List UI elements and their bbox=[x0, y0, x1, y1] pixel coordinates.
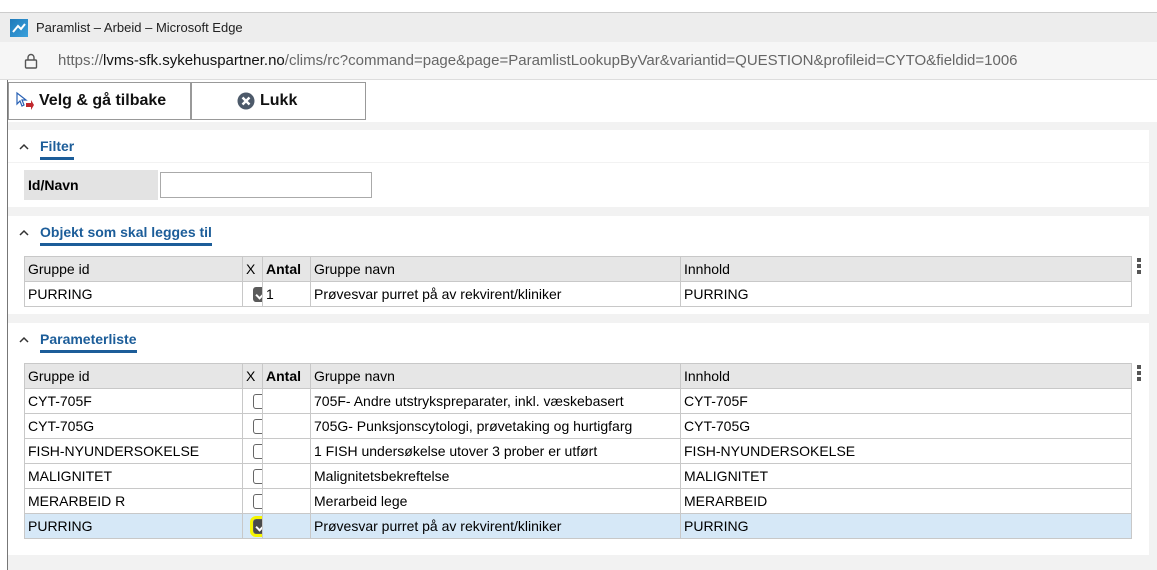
row-checkbox[interactable] bbox=[253, 394, 262, 410]
cell-antal[interactable] bbox=[262, 488, 311, 514]
more-options-icon[interactable] bbox=[1137, 365, 1141, 383]
cell-group-id: FISH-NYUNDERSOKELSE bbox=[24, 438, 243, 464]
cell-group-name: Merarbeid lege bbox=[310, 488, 681, 514]
id-name-label: Id/Navn bbox=[24, 170, 158, 200]
table-row[interactable]: MERARBEID R Merarbeid lege MERARBEID bbox=[24, 488, 1132, 514]
column-header-content[interactable]: Innhold bbox=[680, 256, 1132, 282]
table-row-selected[interactable]: PURRING Prøvesvar purret på av rekvirent… bbox=[24, 513, 1132, 539]
table-row[interactable]: CYT-705F 705F- Andre utstrykspreparater,… bbox=[24, 388, 1132, 414]
filter-heading: Filter bbox=[40, 138, 75, 160]
column-header-x[interactable]: X bbox=[242, 363, 263, 389]
chevron-up-icon bbox=[18, 226, 30, 238]
lock-icon bbox=[22, 52, 40, 70]
column-header-group-id[interactable]: Gruppe id bbox=[24, 363, 243, 389]
more-options-icon[interactable] bbox=[1137, 258, 1141, 276]
selected-objects-heading: Objekt som skal legges til bbox=[40, 224, 212, 246]
table-row[interactable]: FISH-NYUNDERSOKELSE 1 FISH undersøkelse … bbox=[24, 438, 1132, 464]
row-checkbox[interactable] bbox=[253, 287, 262, 303]
window-title: Paramlist – Arbeid – Microsoft Edge bbox=[36, 20, 243, 35]
app-icon bbox=[10, 18, 28, 37]
cell-group-id: PURRING bbox=[24, 513, 243, 539]
filter-row: Id/Navn bbox=[8, 163, 1149, 207]
parameter-list-heading: Parameterliste bbox=[40, 331, 137, 353]
selected-objects-table: Gruppe id X Antal Gruppe navn Innhold PU… bbox=[24, 256, 1132, 307]
cell-content: CYT-705G bbox=[680, 413, 1132, 439]
cell-antal[interactable] bbox=[262, 513, 311, 539]
cell-antal[interactable] bbox=[262, 413, 311, 439]
background-text-strip bbox=[0, 0, 1157, 12]
back-label: Velg & gå tilbake bbox=[39, 92, 167, 109]
cell-group-id: PURRING bbox=[24, 281, 243, 307]
column-header-group-id[interactable]: Gruppe id bbox=[24, 256, 243, 282]
window-titlebar: Paramlist – Arbeid – Microsoft Edge bbox=[0, 12, 1157, 42]
cell-antal[interactable] bbox=[262, 388, 311, 414]
cell-content: MALIGNITET bbox=[680, 463, 1132, 489]
cell-antal[interactable]: 1 bbox=[262, 281, 311, 307]
selected-objects-section-header[interactable]: Objekt som skal legges til bbox=[8, 216, 1149, 248]
chevron-up-icon bbox=[18, 333, 30, 345]
toolbar: Velg & gå tilbake Lukk bbox=[8, 80, 1157, 122]
cell-group-name: Prøvesvar purret på av rekvirent/klinike… bbox=[310, 281, 681, 307]
close-label: Lukk bbox=[260, 92, 298, 109]
cell-antal[interactable] bbox=[262, 463, 311, 489]
cursor-arrow-icon bbox=[15, 91, 35, 111]
cell-content: MERARBEID bbox=[680, 488, 1132, 514]
cell-group-id: MALIGNITET bbox=[24, 463, 243, 489]
column-header-content[interactable]: Innhold bbox=[680, 363, 1132, 389]
cell-antal[interactable] bbox=[262, 438, 311, 464]
cell-group-id: CYT-705F bbox=[24, 388, 243, 414]
cell-group-id: MERARBEID R bbox=[24, 488, 243, 514]
cell-content: CYT-705F bbox=[680, 388, 1132, 414]
cell-content: PURRING bbox=[680, 513, 1132, 539]
select-and-go-back-button[interactable]: Velg & gå tilbake bbox=[8, 82, 191, 120]
column-header-group-name[interactable]: Gruppe navn bbox=[310, 363, 681, 389]
row-checkbox[interactable] bbox=[253, 419, 262, 435]
filter-section-header[interactable]: Filter bbox=[8, 130, 1149, 162]
cell-group-name: Malignitetsbekreftelse bbox=[310, 463, 681, 489]
column-header-x[interactable]: X bbox=[242, 256, 263, 282]
cell-group-name: 705G- Punksjonscytologi, prøvetaking og … bbox=[310, 413, 681, 439]
chevron-up-icon bbox=[18, 140, 30, 152]
selected-objects-panel: Gruppe id X Antal Gruppe navn Innhold PU… bbox=[8, 248, 1149, 314]
table-header-row: Gruppe id X Antal Gruppe navn Innhold bbox=[24, 363, 1132, 389]
cell-group-id: CYT-705G bbox=[24, 413, 243, 439]
close-button[interactable]: Lukk bbox=[191, 82, 366, 120]
cell-group-name: 1 FISH undersøkelse utover 3 prober er u… bbox=[310, 438, 681, 464]
url-prefix: https:// bbox=[58, 52, 104, 69]
url-path: /clims/rc?command=page&page=ParamlistLoo… bbox=[284, 52, 1018, 69]
parameter-list-section-header[interactable]: Parameterliste bbox=[8, 323, 1149, 355]
parameter-list-table: Gruppe id X Antal Gruppe navn Innhold CY… bbox=[24, 363, 1132, 539]
cell-checkbox bbox=[242, 281, 263, 307]
row-checkbox[interactable] bbox=[253, 444, 262, 460]
table-header-row: Gruppe id X Antal Gruppe navn Innhold bbox=[24, 256, 1132, 282]
id-name-input[interactable] bbox=[160, 172, 372, 198]
row-checkbox[interactable] bbox=[250, 516, 262, 538]
table-row[interactable]: PURRING 1 Prøvesvar purret på av rekvire… bbox=[24, 281, 1132, 307]
close-circle-icon bbox=[236, 91, 256, 111]
url-host: lvms-sfk.sykehuspartner.no bbox=[103, 52, 285, 69]
column-header-antal[interactable]: Antal bbox=[262, 363, 311, 389]
parameter-list-panel: Gruppe id X Antal Gruppe navn Innhold CY… bbox=[8, 355, 1149, 555]
cell-group-name: 705F- Andre utstrykspreparater, inkl. væ… bbox=[310, 388, 681, 414]
cell-group-name: Prøvesvar purret på av rekvirent/klinike… bbox=[310, 513, 681, 539]
table-row[interactable]: MALIGNITET Malignitetsbekreftelse MALIGN… bbox=[24, 463, 1132, 489]
table-row[interactable]: CYT-705G 705G- Punksjonscytologi, prøvet… bbox=[24, 413, 1132, 439]
row-checkbox[interactable] bbox=[253, 494, 262, 510]
address-bar[interactable]: https://lvms-sfk.sykehuspartner.no/clims… bbox=[0, 42, 1157, 80]
cell-content: FISH-NYUNDERSOKELSE bbox=[680, 438, 1132, 464]
row-checkbox[interactable] bbox=[253, 469, 262, 485]
column-header-group-name[interactable]: Gruppe navn bbox=[310, 256, 681, 282]
cell-content: PURRING bbox=[680, 281, 1132, 307]
column-header-antal[interactable]: Antal bbox=[262, 256, 311, 282]
